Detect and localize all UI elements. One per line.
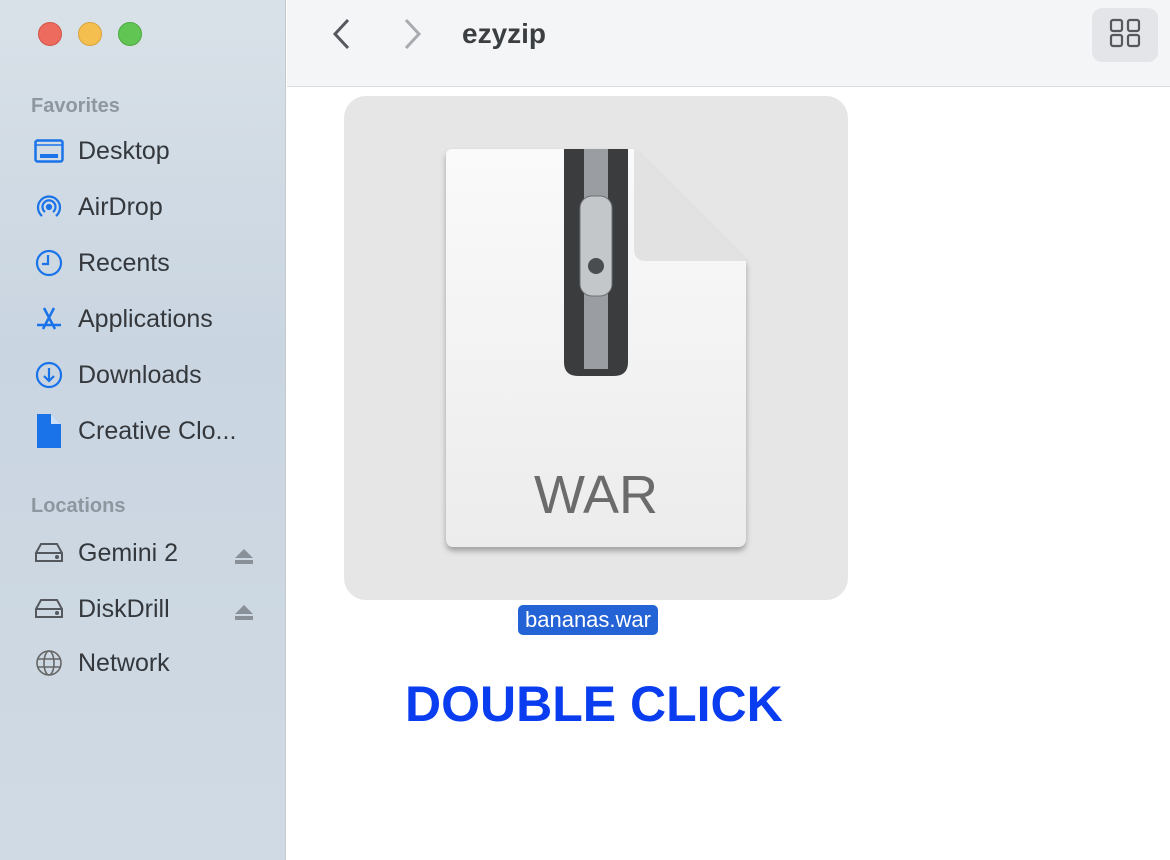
sidebar-item-recents[interactable]: Recents [34,243,274,283]
sidebar-item-label: DiskDrill [78,594,170,623]
close-window-button[interactable] [38,22,62,46]
forward-button[interactable] [403,18,423,55]
sidebar-item-gemini-2[interactable]: Gemini 2 [34,533,274,573]
desktop-icon [34,136,64,166]
clock-icon [34,248,64,278]
sidebar-item-label: Creative Clo... [78,416,237,445]
grid-icon [1109,18,1141,53]
sidebar-item-downloads[interactable]: Downloads [34,355,274,395]
back-button[interactable] [331,18,351,55]
globe-icon [34,648,64,678]
sidebar-item-label: Applications [78,304,213,333]
locations-header: Locations [31,495,126,517]
file-type-label: WAR [534,465,658,525]
favorites-header: Favorites [31,95,120,117]
double-click-annotation: DOUBLE CLICK [405,676,783,732]
sidebar-item-diskdrill[interactable]: DiskDrill [34,589,274,629]
sidebar-item-airdrop[interactable]: AirDrop [34,187,274,227]
file-item-bananas-war[interactable]: WAR [344,96,848,600]
zoom-window-button[interactable] [118,22,142,46]
grid-view-button[interactable] [1092,8,1158,62]
applications-icon [34,304,64,334]
sidebar-item-label: Downloads [78,360,202,389]
window-title: ezyzip [462,18,547,49]
zip-file-icon: WAR [446,149,746,547]
sidebar-item-network[interactable]: Network [34,643,274,683]
eject-icon[interactable] [234,543,254,572]
sidebar-item-label: AirDrop [78,192,163,221]
sidebar-item-desktop[interactable]: Desktop [34,131,274,171]
sidebar-item-label: Gemini 2 [78,538,179,567]
sidebar-item-label: Network [78,648,170,677]
airdrop-icon [34,192,64,222]
minimize-window-button[interactable] [78,22,102,46]
document-icon [34,414,64,448]
drive-icon [34,538,64,568]
sidebar-item-applications[interactable]: Applications [34,299,274,339]
sidebar: Favorites Desktop AirDrop Recents Applic… [0,0,286,860]
file-name-label[interactable]: bananas.war [518,605,658,635]
drive-icon [34,594,64,624]
download-icon [34,360,64,390]
toolbar: ezyzip [287,0,1170,87]
sidebar-item-creative-cloud[interactable]: Creative Clo... [34,411,274,451]
sidebar-item-label: Desktop [78,136,170,165]
eject-icon[interactable] [234,599,254,628]
sidebar-item-label: Recents [78,248,170,277]
